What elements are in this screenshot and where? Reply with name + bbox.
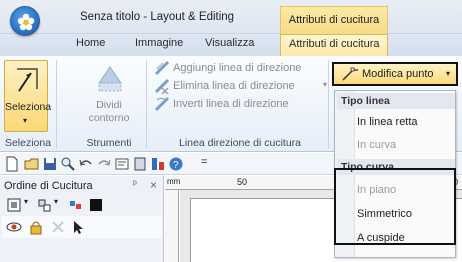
delete-direction-line-label: Elimina linea di direzione <box>173 80 295 92</box>
highlight-frame-curve-type <box>334 168 456 245</box>
save-icon[interactable] <box>42 156 58 172</box>
zoom-icon[interactable] <box>60 156 76 172</box>
delete-disabled-icon[interactable] <box>50 219 66 235</box>
tab-immagine[interactable]: Immagine <box>135 37 183 49</box>
delete-direction-dropdown-arrow-icon[interactable]: ▾ <box>323 80 327 89</box>
group-divider <box>146 60 147 148</box>
divide-outline-icon <box>98 66 122 92</box>
color-sort-icon[interactable] <box>150 156 166 172</box>
pointer-select-icon[interactable] <box>70 219 86 235</box>
window-title: Senza titolo - Layout & Editing <box>80 11 235 23</box>
vertical-ruler <box>165 190 179 262</box>
invert-direction-line-icon <box>154 96 170 112</box>
group-divider <box>328 60 329 148</box>
pane-close-icon[interactable]: × <box>150 178 157 192</box>
application-menu-button[interactable] <box>10 6 40 36</box>
context-tab-header: Attributi di cucitura <box>280 6 388 34</box>
svg-text:?: ? <box>173 160 179 171</box>
add-direction-line-label: Aggiungi linea di direzione <box>173 62 302 74</box>
ruler-unit: mm <box>167 177 181 186</box>
ruler-tick-50: 50 <box>237 177 248 187</box>
group-divider <box>56 60 57 148</box>
divide-outline-label-line2: contorno <box>88 112 130 124</box>
add-direction-line-icon <box>154 60 170 76</box>
frame-view-dropdown-icon[interactable]: ▾ <box>24 197 28 206</box>
delete-direction-line-icon <box>154 78 170 94</box>
invert-direction-line-label: Inverti linea di direzione <box>173 98 289 110</box>
group-label-strumenti: Strumenti <box>86 137 132 149</box>
frame-view-icon[interactable] <box>6 197 22 213</box>
edit-point-icon <box>342 67 358 81</box>
select-button[interactable]: Seleziona ▾ <box>4 60 52 132</box>
edit-point-label: Modifica punto <box>362 68 434 80</box>
select-dropdown-arrow-icon: ▾ <box>23 116 28 125</box>
redo-icon[interactable] <box>96 156 112 172</box>
select-button-label: Seleziona <box>5 101 52 113</box>
visibility-eye-icon[interactable] <box>6 219 22 235</box>
help-icon[interactable]: ? <box>168 156 184 172</box>
menu-item-in-curva[interactable]: In curva <box>357 139 396 151</box>
edit-point-dropdown-arrow-icon: ▾ <box>445 69 450 78</box>
qat-customize-dropdown-icon[interactable]: = <box>201 156 207 168</box>
hoop-icon[interactable] <box>132 156 148 172</box>
flower-logo-icon <box>17 13 35 31</box>
divide-outline-label-line1: Dividi <box>96 99 122 111</box>
lock-icon[interactable] <box>28 219 44 235</box>
group-label-linea-direzione: Linea direzione di cucitura <box>179 137 301 149</box>
edit-point-button[interactable]: Modifica punto ▾ <box>332 62 458 86</box>
tab-attributi-di-cucitura[interactable]: Attributi di cucitura <box>280 34 389 56</box>
pane-title: Ordine di Cucitura <box>4 180 93 192</box>
design-settings-icon[interactable] <box>114 156 130 172</box>
tab-home[interactable]: Home <box>76 37 105 49</box>
divide-outline-button[interactable]: Dividi contorno <box>84 60 134 132</box>
color-order-icon[interactable] <box>68 197 84 213</box>
sewing-order-pane: Ordine di Cucitura ᵖ × ▾ ▾ <box>0 176 164 262</box>
pane-pin-icon[interactable]: ᵖ <box>133 179 137 190</box>
sort-order-icon[interactable] <box>36 197 52 213</box>
title-bar: Senza titolo - Layout & Editing Attribut… <box>0 0 462 34</box>
tab-visualizza[interactable]: Visualizza <box>205 37 254 49</box>
undo-icon[interactable] <box>78 156 94 172</box>
menu-section-tipo-linea: Tipo linea <box>337 93 455 109</box>
pane-toolbar-row-2 <box>2 216 162 238</box>
group-label-seleziona: Seleziona <box>4 137 52 149</box>
menu-item-in-linea-retta[interactable]: In linea retta <box>357 116 418 128</box>
sort-order-dropdown-icon[interactable]: ▾ <box>54 197 58 206</box>
new-file-icon[interactable] <box>4 156 20 172</box>
pane-toolbar-row-1: ▾ ▾ <box>2 194 162 216</box>
color-block-icon[interactable] <box>88 197 104 213</box>
ribbon-tab-row: Home Immagine Visualizza Attributi di cu… <box>0 34 462 56</box>
open-folder-icon[interactable] <box>24 156 40 172</box>
select-tool-icon <box>17 68 38 92</box>
